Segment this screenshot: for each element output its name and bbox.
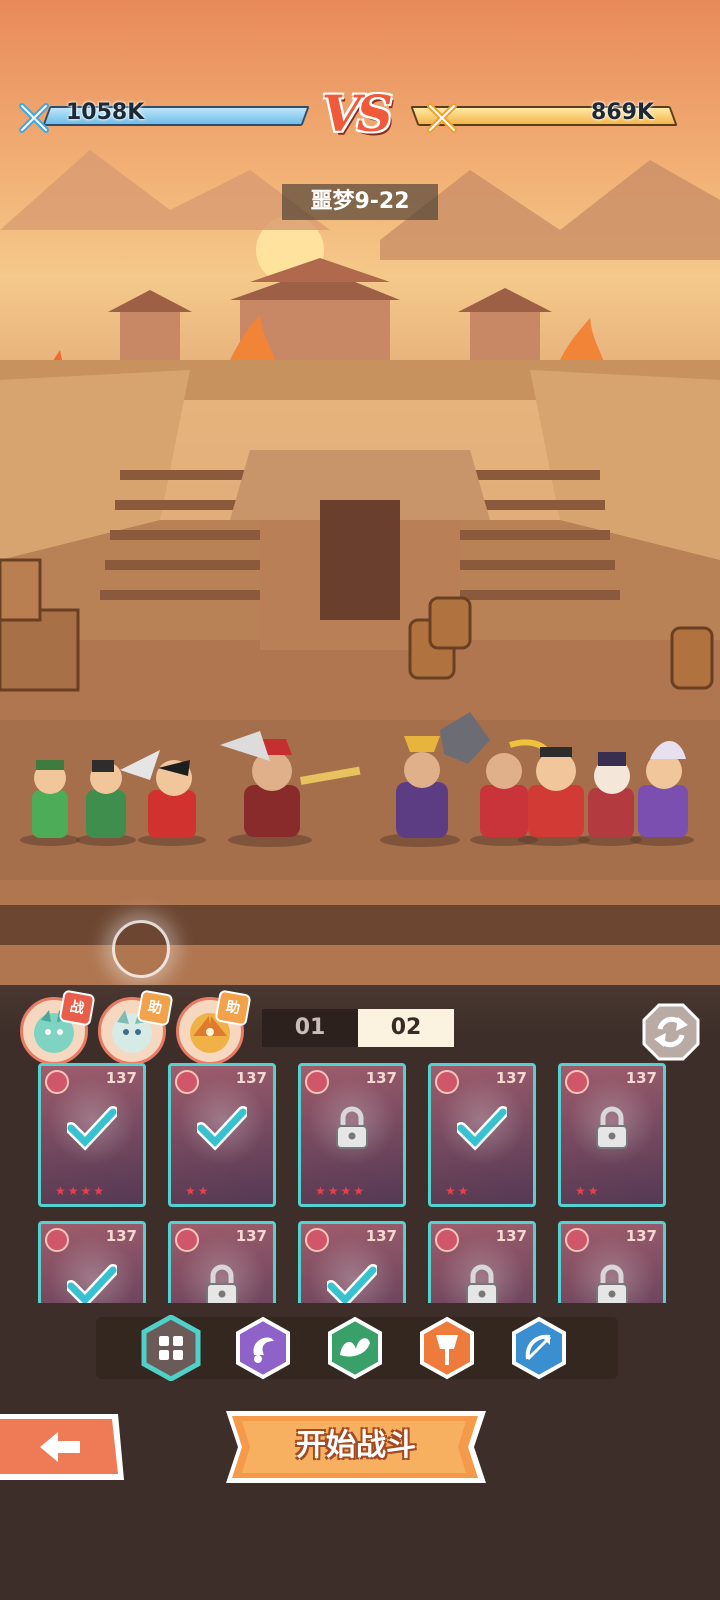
vs-label: VS [322, 84, 393, 143]
power-compare-bar: 1058K VS 869K [0, 84, 720, 143]
hero-level: 137 [495, 1069, 527, 1087]
stage-label: 噩梦9-22 [282, 184, 438, 220]
hero-stars: ★★ [185, 1184, 211, 1198]
element-icon [175, 1070, 199, 1094]
lock-icon [596, 1264, 628, 1303]
class-filter-bar [96, 1315, 618, 1381]
element-icon [45, 1070, 69, 1094]
pet-slot-assist-1[interactable]: 助 [98, 989, 174, 1065]
element-icon [45, 1228, 69, 1252]
hero-level: 137 [625, 1227, 657, 1245]
hero-card[interactable]: 137 [558, 1221, 666, 1303]
hero-card[interactable]: 137 [298, 1221, 406, 1303]
hero-level: 137 [625, 1069, 657, 1087]
hero-level: 137 [495, 1227, 527, 1245]
element-icon [435, 1228, 459, 1252]
hero-level: 137 [235, 1069, 267, 1087]
checkmark-icon [197, 1106, 247, 1151]
element-icon [175, 1228, 199, 1252]
hero-card[interactable]: 137 ★★ [428, 1063, 536, 1207]
checkmark-icon [67, 1106, 117, 1151]
pet-assist-badge: 助 [214, 989, 252, 1027]
refresh-lineup-button[interactable] [642, 1003, 700, 1061]
checkmark-icon [67, 1264, 117, 1303]
checkmark-icon [457, 1106, 507, 1151]
start-battle-label: 开始战斗 [296, 1428, 416, 1463]
pet-slot-battle[interactable]: 战 [20, 989, 96, 1065]
filter-warrior-button[interactable] [414, 1315, 480, 1381]
element-icon [435, 1070, 459, 1094]
hero-card[interactable]: 137 [38, 1221, 146, 1303]
hero-card[interactable]: 137 ★★★★ [298, 1063, 406, 1207]
hero-stars: ★★★★ [315, 1184, 367, 1198]
ally-power-value: 1058K [66, 100, 145, 125]
battlefield-background [0, 150, 720, 990]
filter-archer-button[interactable] [506, 1315, 572, 1381]
pet-slot-assist-2[interactable]: 助 [176, 989, 252, 1065]
crossed-swords-icon [427, 103, 457, 133]
hero-card[interactable]: 137 ★★ [558, 1063, 666, 1207]
hero-level: 137 [235, 1227, 267, 1245]
lock-icon [336, 1106, 368, 1149]
hero-stars: ★★ [445, 1184, 471, 1198]
filter-all-button[interactable] [138, 1315, 204, 1381]
hero-card[interactable]: 137 ★★ [168, 1063, 276, 1207]
enemy-power: 869K [410, 100, 704, 133]
pet-assist-badge: 助 [136, 989, 174, 1027]
hero-stars: ★★ [575, 1184, 601, 1198]
checkmark-icon [327, 1264, 377, 1303]
tap-indicator [112, 920, 170, 978]
hero-card[interactable]: 137 ★★★★ [38, 1063, 146, 1207]
start-battle-button[interactable]: 开始战斗 [226, 1411, 486, 1483]
enemy-power-value: 869K [591, 100, 654, 125]
hero-grid: 137 ★★★★ 137 ★★ 137 ★★★★ 137 ★★ 137 ★★ 137 137 137 13… [38, 1063, 682, 1303]
hero-card[interactable]: 137 [168, 1221, 276, 1303]
element-icon [565, 1228, 589, 1252]
element-icon [305, 1070, 329, 1094]
filter-support-button[interactable] [322, 1315, 388, 1381]
team-tab-01[interactable]: 01 [262, 1009, 358, 1047]
team-tab-02[interactable]: 02 [358, 1009, 454, 1047]
hero-level: 137 [105, 1069, 137, 1087]
element-icon [305, 1228, 329, 1252]
lock-icon [206, 1264, 238, 1303]
hero-level: 137 [105, 1227, 137, 1245]
lock-icon [596, 1106, 628, 1149]
filter-mage-button[interactable] [230, 1315, 296, 1381]
lineup-panel: 战 助 助 01 02 137 ★★★★ 137 ★★ 137 ★★★★ 137 ★★ 137 ★… [0, 985, 720, 1600]
back-button[interactable] [0, 1410, 124, 1484]
battle-scene: 1058K VS 869K 噩梦9-22 [0, 0, 720, 990]
lock-icon [466, 1264, 498, 1303]
element-icon [565, 1070, 589, 1094]
hero-level: 137 [365, 1227, 397, 1245]
hero-card[interactable]: 137 [428, 1221, 536, 1303]
crossed-swords-icon [19, 103, 49, 133]
team-tabs: 01 02 [262, 1009, 454, 1047]
hero-level: 137 [365, 1069, 397, 1087]
pet-battle-badge: 战 [58, 989, 96, 1027]
ally-power: 1058K [16, 100, 310, 133]
hero-stars: ★★★★ [55, 1184, 107, 1198]
